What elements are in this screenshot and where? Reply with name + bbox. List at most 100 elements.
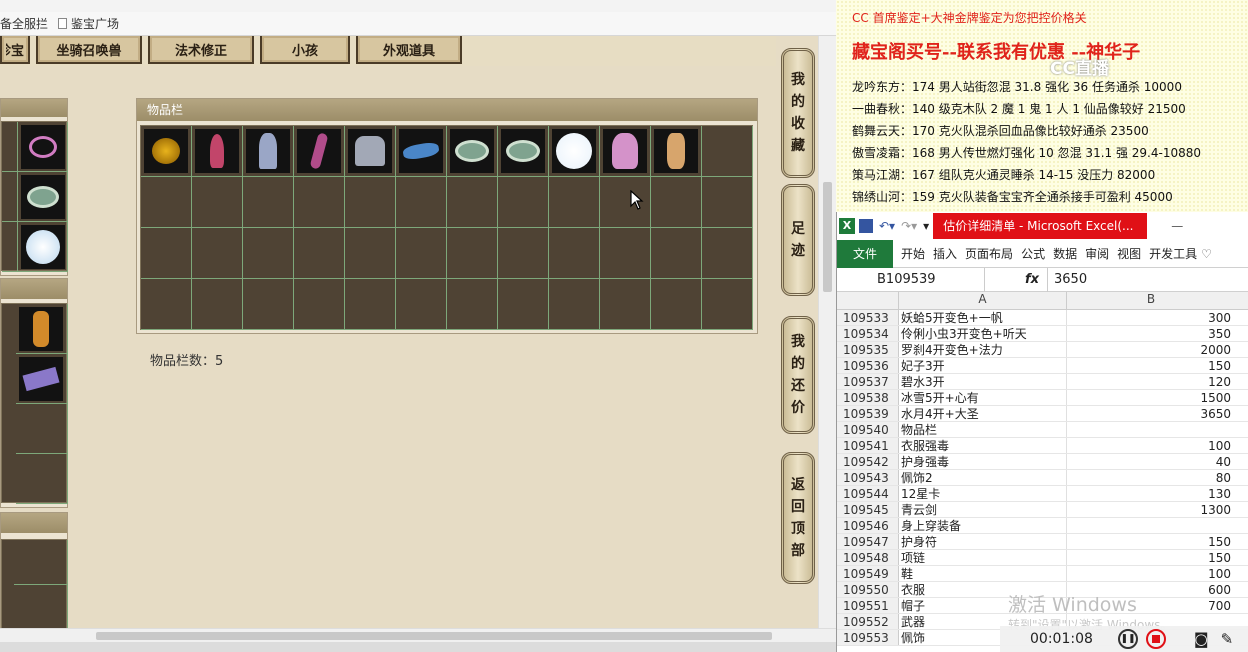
row-number[interactable]: 109541: [837, 438, 899, 453]
row-number[interactable]: 109546: [837, 518, 899, 533]
inventory-slot[interactable]: [549, 228, 600, 279]
row-number[interactable]: 109533: [837, 310, 899, 325]
grey-cloak-icon[interactable]: [348, 129, 392, 173]
left-item-icon[interactable]: [21, 175, 65, 219]
red-creature-icon[interactable]: [195, 129, 239, 173]
row-number[interactable]: 109543: [837, 470, 899, 485]
ribbon-tab[interactable]: 开发工具: [1149, 245, 1197, 262]
cell-b[interactable]: 300: [1067, 310, 1235, 325]
inventory-slot[interactable]: [549, 177, 600, 228]
left-item-icon[interactable]: [19, 357, 63, 401]
inventory-slot[interactable]: [396, 279, 447, 330]
jade-ring-icon[interactable]: [450, 129, 494, 173]
inventory-slot[interactable]: [192, 228, 243, 279]
cell-a[interactable]: 项链: [899, 550, 1067, 565]
inventory-slot[interactable]: [498, 279, 549, 330]
inventory-slot[interactable]: [702, 126, 753, 177]
file-tab[interactable]: 文件: [837, 239, 894, 268]
cell-b[interactable]: 150: [1067, 550, 1235, 565]
row-number[interactable]: 109553: [837, 630, 899, 645]
tab-spell-fix[interactable]: 法术修正: [148, 36, 254, 64]
minimize-icon[interactable]: —: [1171, 219, 1183, 233]
cell-a[interactable]: 物品栏: [899, 422, 1067, 437]
ribbon-tab[interactable]: 插入: [933, 245, 957, 262]
cell-b[interactable]: 2000: [1067, 342, 1235, 357]
ghost-figure-icon[interactable]: [246, 129, 290, 173]
row-number[interactable]: 109547: [837, 534, 899, 549]
cell-b[interactable]: [1067, 422, 1235, 437]
ribbon-tab[interactable]: 公式: [1021, 245, 1045, 262]
inventory-slot[interactable]: [345, 126, 396, 177]
inventory-slot[interactable]: [702, 177, 753, 228]
cell-a[interactable]: 伶俐小虫3开变色+听天: [899, 326, 1067, 341]
pink-dress-icon[interactable]: [603, 129, 647, 173]
pause-icon[interactable]: ❚❚: [1118, 629, 1138, 649]
column-a-header[interactable]: A: [899, 292, 1067, 309]
left-item-icon[interactable]: [19, 307, 63, 351]
inventory-slot[interactable]: [396, 126, 447, 177]
cell-a[interactable]: 身上穿装备: [899, 518, 1067, 533]
row-number[interactable]: 109537: [837, 374, 899, 389]
inventory-slot[interactable]: [702, 279, 753, 330]
inventory-slot[interactable]: [345, 279, 396, 330]
cell-a[interactable]: 青云剑: [899, 502, 1067, 517]
cell-b[interactable]: 1300: [1067, 502, 1235, 517]
row-number[interactable]: 109540: [837, 422, 899, 437]
left-item-icon[interactable]: [21, 225, 65, 269]
cell-b[interactable]: 100: [1067, 438, 1235, 453]
inventory-slot[interactable]: [447, 279, 498, 330]
row-number[interactable]: 109550: [837, 582, 899, 597]
ribbon-tab[interactable]: 视图: [1117, 245, 1141, 262]
inventory-slot[interactable]: [192, 177, 243, 228]
camera-icon[interactable]: ◙: [1194, 630, 1209, 648]
tab-mount-summon[interactable]: 坐骑召唤兽: [36, 36, 142, 64]
flame-boot-icon[interactable]: [654, 129, 698, 173]
cell-a[interactable]: 罗刹4开变色+法力: [899, 342, 1067, 357]
left-item-icon[interactable]: [21, 125, 65, 169]
inventory-slot[interactable]: [141, 279, 192, 330]
cell-a[interactable]: 佩饰2: [899, 470, 1067, 485]
row-number[interactable]: 109535: [837, 342, 899, 357]
inventory-slot[interactable]: [498, 228, 549, 279]
ribbon-tab[interactable]: 数据: [1053, 245, 1077, 262]
inventory-slot[interactable]: [192, 126, 243, 177]
inventory-slot[interactable]: [396, 177, 447, 228]
row-number[interactable]: 109548: [837, 550, 899, 565]
cell-b[interactable]: 150: [1067, 358, 1235, 373]
cell-a[interactable]: 妖蛤5开变色+一帆: [899, 310, 1067, 325]
inventory-slot[interactable]: [651, 177, 702, 228]
jade-ring-2-icon[interactable]: [501, 129, 545, 173]
bookmark-1[interactable]: 备全服拦: [0, 15, 54, 32]
my-counteroffer-button[interactable]: 我的还价: [781, 316, 815, 434]
quick-access-dropdown-icon[interactable]: ▾: [923, 219, 929, 233]
inventory-slot[interactable]: [600, 228, 651, 279]
cell-b[interactable]: 80: [1067, 470, 1235, 485]
inventory-slot[interactable]: [447, 126, 498, 177]
inventory-slot[interactable]: [447, 228, 498, 279]
cell-a[interactable]: 水月4开+大圣: [899, 406, 1067, 421]
inventory-slot[interactable]: [192, 279, 243, 330]
row-number[interactable]: 109538: [837, 390, 899, 405]
inventory-slot[interactable]: [702, 228, 753, 279]
inventory-slot[interactable]: [294, 177, 345, 228]
cell-a[interactable]: 护身符: [899, 534, 1067, 549]
cell-a[interactable]: 鞋: [899, 566, 1067, 581]
cell-b[interactable]: 40: [1067, 454, 1235, 469]
inventory-slot[interactable]: [243, 177, 294, 228]
cell-a[interactable]: 冰雪5开+心有: [899, 390, 1067, 405]
name-box[interactable]: B109539: [837, 267, 985, 292]
inventory-slot[interactable]: [141, 228, 192, 279]
inventory-slot[interactable]: [294, 279, 345, 330]
tab-treasure[interactable]: 珍宝: [0, 36, 30, 64]
white-orb-icon[interactable]: [552, 129, 596, 173]
cell-b[interactable]: 130: [1067, 486, 1235, 501]
bookmark-2[interactable]: 鉴宝广场: [71, 15, 125, 32]
scrollbar-thumb-h[interactable]: [96, 632, 772, 640]
inventory-slot[interactable]: [651, 279, 702, 330]
formula-value[interactable]: 3650: [1047, 267, 1248, 292]
cell-b[interactable]: 350: [1067, 326, 1235, 341]
footprint-button[interactable]: 足迹: [781, 184, 815, 296]
scrollbar-thumb[interactable]: [823, 182, 832, 292]
cell-b[interactable]: [1067, 518, 1235, 533]
gold-flower-icon[interactable]: [144, 129, 188, 173]
